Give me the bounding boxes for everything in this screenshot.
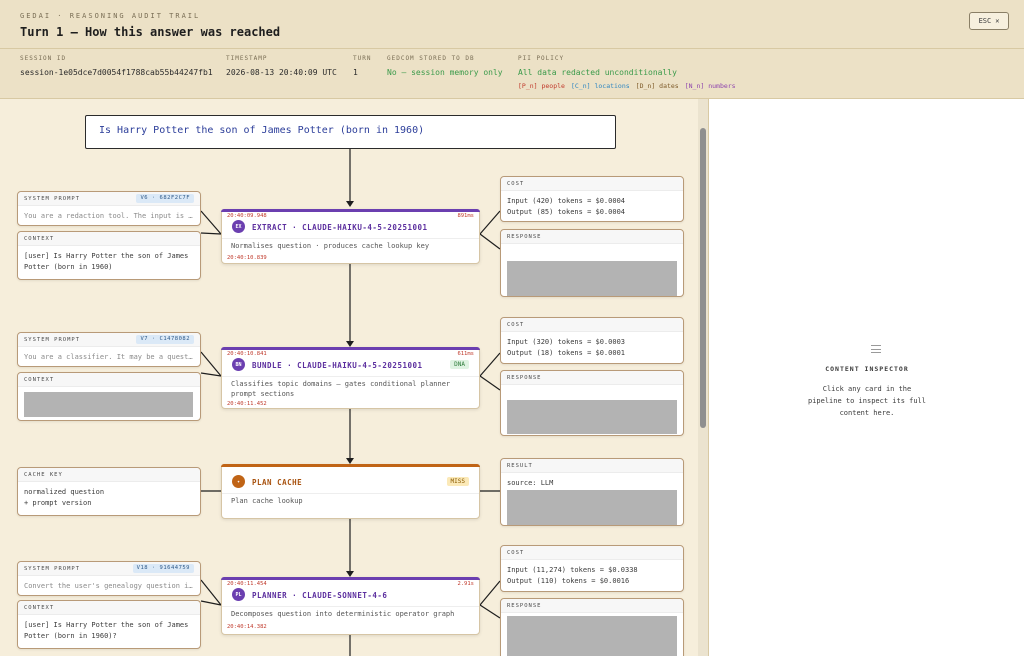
meta-gedcom-stored: GEDCOM STORED TO DB No — session memory … — [387, 55, 503, 77]
system-prompt-card[interactable]: SYSTEM PROMPT V18 · 91644759 Convert the … — [17, 561, 201, 596]
scrollbar-thumb[interactable] — [700, 128, 706, 428]
node-topbar — [221, 209, 480, 212]
node-topbar — [221, 577, 480, 580]
system-prompt-card[interactable]: SYSTEM PROMPT V6 · 682F2C7F You are a red… — [17, 191, 201, 226]
header: GEDAI · REASONING AUDIT TRAIL Turn 1 — H… — [0, 0, 1024, 99]
response-card[interactable]: RESPONSE — [500, 370, 684, 436]
response-card[interactable]: RESPONSE — [500, 229, 684, 297]
legend-locations: [C_n] locations — [570, 82, 630, 90]
context-card[interactable]: CONTEXT — [17, 372, 201, 421]
bundle-icon: BN — [232, 358, 245, 371]
content-inspector: CONTENT INSPECTOR Click any card in the … — [708, 99, 1024, 656]
list-icon — [871, 345, 881, 353]
system-prompt-card[interactable]: SYSTEM PROMPT V7 · C1478082 You are a cla… — [17, 332, 201, 367]
planner-node[interactable]: 20:40:11.454 2.91s PL PLANNER · CLAUDE-S… — [221, 577, 480, 635]
meta-turn: TURN 1 — [353, 55, 372, 77]
brand-label: GEDAI · REASONING AUDIT TRAIL — [20, 12, 201, 20]
redaction-legend: [P_n] people [C_n] locations [D_n] dates… — [518, 82, 736, 90]
extract-node[interactable]: 20:40:09.948 891ms EX EXTRACT · CLAUDE-H… — [221, 209, 480, 264]
plan-cache-node[interactable]: ✦ PLAN CACHE MISS Plan cache lookup — [221, 464, 480, 519]
redacted-block — [507, 490, 677, 525]
legend-people: [P_n] people — [518, 82, 565, 90]
node-title: EXTRACT · CLAUDE-HAIKU-4-5-20251001 — [252, 223, 428, 232]
redacted-block — [507, 261, 677, 296]
miss-tag: MISS — [446, 477, 469, 486]
meta-timestamp: TIMESTAMP 2026-08-13 20:40:09 UTC — [226, 55, 337, 77]
close-icon: ✕ — [995, 17, 1000, 25]
meta-pii-policy: PII POLICY All data redacted uncondition… — [518, 55, 677, 77]
context-card[interactable]: CONTEXT [user] Is Harry Potter the son o… — [17, 600, 201, 649]
node-topbar — [221, 347, 480, 350]
version-badge: V7 · C1478082 — [136, 335, 194, 344]
meta-session-id: SESSION ID session-1e05dce7d0054f1788cab… — [20, 55, 213, 77]
inspector-hint: Click any card in the pipeline to inspec… — [807, 385, 926, 417]
version-badge: V6 · 682F2C7F — [136, 194, 194, 203]
bundle-node[interactable]: 20:40:10.841 611ms BN BUNDLE · CLAUDE-HA… — [221, 347, 480, 409]
redacted-block — [507, 616, 677, 656]
response-card[interactable]: RESPONSE — [500, 598, 684, 656]
cache-icon: ✦ — [232, 475, 245, 488]
dna-tag: DNA — [450, 360, 469, 369]
legend-numbers: [N_n] numbers — [684, 82, 736, 90]
pipeline-canvas[interactable]: Is Harry Potter the son of James Potter … — [0, 99, 698, 656]
context-card[interactable]: CONTEXT [user] Is Harry Potter the son o… — [17, 231, 201, 280]
node-topbar — [221, 464, 480, 467]
cost-card[interactable]: COST Input (420) tokens = $0.0004 Output … — [500, 176, 684, 222]
legend-dates: [D_n] dates — [635, 82, 679, 90]
header-divider — [0, 48, 1024, 49]
node-title: PLANNER · CLAUDE-SONNET-4-6 — [252, 591, 388, 600]
question-box[interactable]: Is Harry Potter the son of James Potter … — [85, 115, 616, 149]
version-badge: V18 · 91644759 — [132, 564, 194, 573]
result-card[interactable]: RESULT source: LLM — [500, 458, 684, 526]
node-title: PLAN CACHE — [252, 478, 303, 487]
redacted-block — [24, 392, 193, 417]
page-title: Turn 1 — How this answer was reached — [20, 25, 281, 39]
redacted-block — [507, 400, 677, 434]
esc-close-button[interactable]: ESC ✕ — [969, 12, 1009, 30]
cache-key-card[interactable]: CACHE KEY normalized question + prompt ve… — [17, 467, 201, 516]
inspector-title: CONTENT INSPECTOR — [825, 365, 909, 373]
cost-card[interactable]: COST Input (11,274) tokens = $0.0338 Outp… — [500, 545, 684, 592]
node-title: BUNDLE · CLAUDE-HAIKU-4-5-20251001 — [252, 361, 423, 370]
extract-icon: EX — [232, 220, 245, 233]
planner-icon: PL — [232, 588, 245, 601]
cost-card[interactable]: COST Input (320) tokens = $0.0003 Output … — [500, 317, 684, 364]
esc-label: ESC — [978, 17, 992, 25]
